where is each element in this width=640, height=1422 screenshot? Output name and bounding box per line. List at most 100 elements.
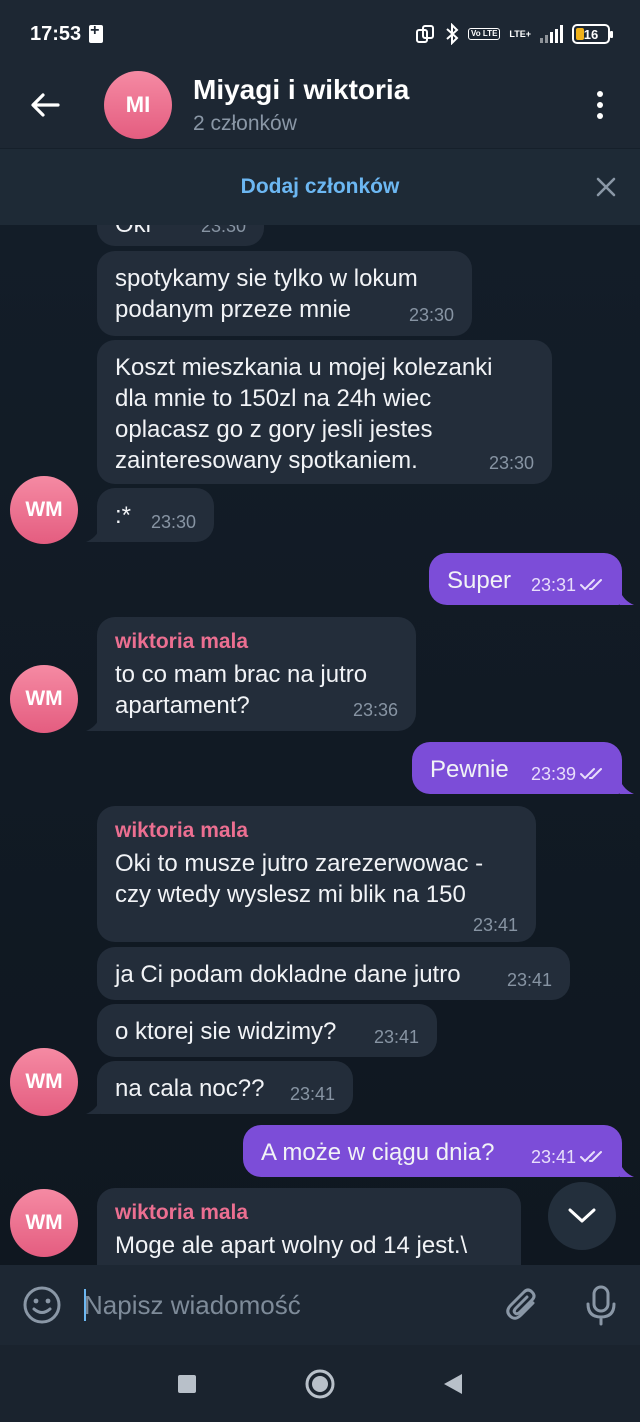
network-label: LTE+ (509, 28, 531, 39)
add-members-button[interactable]: Dodaj członków (241, 175, 400, 199)
bubble-tail (86, 1100, 100, 1114)
sender-name[interactable]: wiktoria mala (115, 818, 518, 844)
message-text: Oki to musze jutro zarezerwowac - czy wt… (115, 850, 484, 908)
message-input-wrapper[interactable] (84, 1265, 484, 1345)
status-right: Vo LTE LTE+ 16 (414, 23, 613, 45)
text-caret (84, 1289, 86, 1321)
message-bubble[interactable]: Koszt mieszkania u mojej kolezanki dla m… (97, 340, 552, 484)
message-time: 23:36 (352, 700, 398, 720)
battery-icon: 16 (572, 24, 613, 44)
message-bubble[interactable]: wiktoria mala to co mam brac na jutro ap… (97, 617, 416, 731)
message-text: Oki (115, 225, 151, 238)
sender-name[interactable]: wiktoria mala (115, 1200, 503, 1226)
message-bubble[interactable]: :* 23:30 (97, 488, 214, 542)
network-type: LTE+ (509, 28, 531, 39)
voice-message-button[interactable] (562, 1265, 640, 1345)
chat-avatar[interactable]: MI (104, 71, 172, 139)
double-check-icon (580, 579, 602, 591)
bubble-tail (620, 591, 634, 605)
emoji-button[interactable] (0, 1265, 84, 1345)
rotate-icon (416, 25, 435, 43)
chat-title: Miyagi i wiktoria (193, 74, 410, 105)
home-button[interactable] (290, 1354, 350, 1414)
message-time-label: 23:39 (530, 764, 576, 784)
battery-saver-icon (89, 22, 104, 43)
battery-level: 16 (583, 26, 599, 42)
emoji-icon (23, 1286, 61, 1324)
volte-indicator: Vo LTE (468, 28, 501, 40)
message-time: 23:30 (150, 512, 196, 532)
status-time: 17:53 (30, 22, 82, 45)
double-check-icon (580, 768, 602, 780)
bubble-tail (86, 528, 100, 542)
status-left: 17:53 (30, 22, 104, 46)
bubble-tail (620, 1163, 634, 1177)
bubble-tail (620, 780, 634, 794)
message-text: Pewnie (430, 756, 509, 783)
message-time: 23:41 (373, 1027, 419, 1047)
system-nav-bar (0, 1345, 640, 1422)
message-bubble[interactable]: wiktoria mala Oki to musze jutro zarezer… (97, 806, 536, 942)
microphone-icon (586, 1285, 616, 1326)
chevron-down-icon (568, 1208, 596, 1223)
message-text: na cala noc?? (115, 1075, 265, 1102)
status-bar: 17:53 Vo LTE LTE+ 16 (0, 0, 640, 62)
message-time-label: 23:41 (530, 1147, 576, 1167)
message-bubble-outgoing[interactable]: Pewnie 23:39 (412, 742, 622, 794)
chat-header: MI Miyagi i wiktoria 2 członków (0, 62, 640, 148)
close-icon[interactable] (594, 175, 618, 199)
message-time: 23:30 (488, 453, 534, 473)
message-bubble[interactable]: o ktorej sie widzimy? 23:41 (97, 1004, 437, 1057)
avatar[interactable]: WM (10, 1189, 78, 1257)
avatar[interactable]: WM (10, 1048, 78, 1116)
message-time-label: 23:31 (530, 575, 576, 595)
message-text: spotykamy sie tylko w lokum podanym prze… (115, 265, 418, 323)
more-options-button[interactable] (570, 62, 630, 148)
message-time: 23:41 (506, 970, 552, 990)
more-vertical-icon (597, 91, 603, 97)
message-text: :* (115, 502, 132, 529)
add-members-banner: Dodaj członków (0, 148, 640, 225)
message-bubble-outgoing[interactable]: Super 23:31 (429, 553, 622, 605)
message-time: 23:39 (531, 763, 606, 785)
message-bubble[interactable]: na cala noc?? 23:41 (97, 1061, 353, 1114)
scroll-to-bottom-button[interactable] (548, 1182, 616, 1250)
message-time: 23:31 (531, 574, 606, 596)
message-composer (0, 1265, 640, 1345)
nav-back-icon (444, 1373, 463, 1394)
avatar[interactable]: WM (10, 476, 78, 544)
message-list[interactable]: Oki 23:30 spotykamy sie tylko w lokum po… (0, 225, 640, 1265)
bubble-tail (86, 717, 100, 731)
bluetooth-icon (446, 23, 459, 45)
message-bubble-outgoing[interactable]: A może w ciągu dnia? 23:41 (243, 1125, 622, 1177)
message-text: A może w ciągu dnia? (261, 1139, 495, 1166)
chat-info[interactable]: Miyagi i wiktoria 2 członków (193, 74, 570, 136)
avatar[interactable]: WM (10, 665, 78, 733)
back-button[interactable] (0, 62, 90, 148)
recent-apps-button[interactable] (157, 1354, 217, 1414)
message-time: 23:41 (531, 1146, 606, 1168)
back-arrow-icon (31, 93, 60, 117)
message-bubble[interactable]: wiktoria mala Moge ale apart wolny od 14… (97, 1188, 521, 1265)
message-bubble[interactable]: Oki 23:30 (97, 225, 264, 246)
attach-button[interactable] (484, 1265, 562, 1345)
paperclip-icon (506, 1288, 536, 1320)
message-bubble[interactable]: spotykamy sie tylko w lokum podanym prze… (97, 251, 472, 336)
message-text: Super (447, 567, 512, 594)
member-count: 2 członków (193, 112, 297, 135)
message-bubble[interactable]: ja Ci podam dokladne dane jutro 23:41 (97, 947, 570, 1000)
message-time: 23:41 (289, 1084, 335, 1104)
message-text: Koszt mieszkania u mojej kolezanki dla m… (115, 354, 493, 474)
nav-square-icon (177, 1374, 196, 1393)
double-check-icon (580, 1151, 602, 1163)
nav-home-icon (305, 1369, 335, 1398)
message-time: 23:41 (472, 915, 518, 935)
signal-icon (540, 25, 563, 43)
sender-name[interactable]: wiktoria mala (115, 629, 398, 655)
message-input[interactable] (84, 1289, 484, 1321)
back-nav-button[interactable] (423, 1354, 483, 1414)
message-text: ja Ci podam dokladne dane jutro (115, 961, 461, 988)
message-time: 23:30 (408, 305, 454, 325)
message-text: Moge ale apart wolny od 14 jest.\ (115, 1232, 468, 1259)
message-time: 23:30 (200, 225, 246, 236)
